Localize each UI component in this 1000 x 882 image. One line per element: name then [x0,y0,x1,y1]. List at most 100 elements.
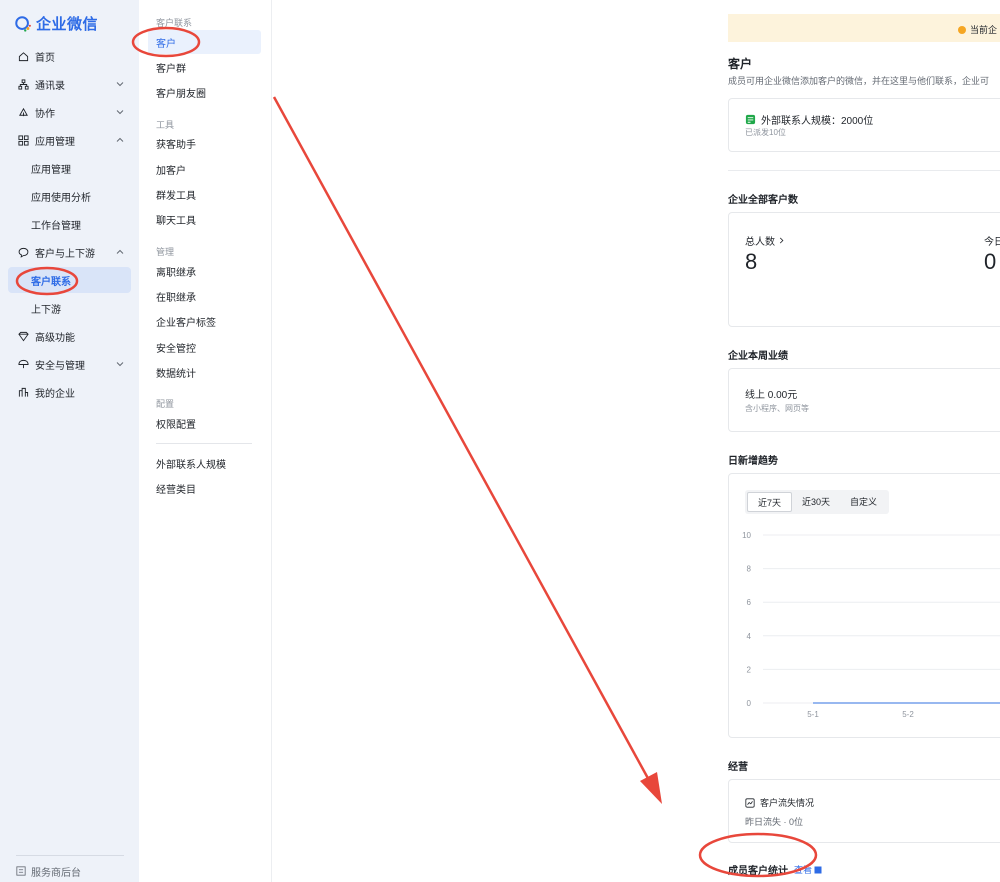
total-value: 8 [745,249,758,274]
nav-collab[interactable]: 协作 [8,99,131,125]
diamond-icon [16,329,30,343]
y-tick-label: 4 [747,632,752,641]
nav-contacts[interactable]: 通讯录 [8,71,131,97]
menu-item-active-inherit[interactable]: 在职继承 [148,284,261,308]
nav-apps-analytics[interactable]: 应用使用分析 [8,183,131,209]
nav-myorg[interactable]: 我的企业 [8,379,131,405]
chat-bubble-icon [16,245,30,259]
menu-item-chat-tools[interactable]: 聊天工具 [148,207,261,231]
nav-upstream[interactable]: 上下游 [8,295,131,321]
nav-provider-console[interactable]: 服务商后台 [8,862,81,880]
nav-footer-label: 服务商后台 [31,867,81,879]
x-tick-label: 5-2 [902,710,914,719]
chevron-up-icon [116,137,124,142]
weekly-performance-heading: 企业本周业绩 [728,351,788,362]
nav-home[interactable]: 首页 [8,43,131,69]
page-description: 成员可用企业微信添加客户的微信，并在这里与他们联系，企业可 [728,76,990,86]
menu-item-security-control[interactable]: 安全管控 [148,335,261,359]
chevron-down-icon [116,110,124,115]
menu-group-contact: 客户联系 [156,18,193,28]
menu-item-customers[interactable]: 客户 [148,30,261,54]
daily-trend-card: 近7天 近30天 自定义 10864205-15-25 [728,473,1000,738]
org-tree-icon [16,77,30,91]
apps-grid-icon [16,133,30,147]
menu-item-moments[interactable]: 客户朋友圈 [148,80,261,104]
y-tick-label: 6 [747,598,752,607]
wecom-logo-icon [15,15,31,32]
menu-item-business-category[interactable]: 经营类目 [148,476,261,500]
menu-item-data-stats[interactable]: 数据统计 [148,360,261,384]
churn-title: 客户流失情况 [760,798,815,808]
menu-group-manage: 管理 [156,247,175,257]
nav-security[interactable]: 安全与管理 [8,351,131,377]
chevron-down-icon [116,82,124,87]
menu-item-add-customer[interactable]: 加客户 [148,157,261,181]
menu-item-customer-groups[interactable]: 客户群 [148,55,261,79]
trend-chart-svg: 10864205-15-25 [742,531,1000,719]
umbrella-icon [16,357,30,371]
member-stats-link-label: 查看 [794,865,813,875]
nav-apps-manage[interactable]: 应用管理 [8,155,131,181]
nav-divider [16,855,124,856]
submenu: 客户联系 客户 客户群 客户朋友圈 工具 获客助手 加客户 群发工具 聊天工具 … [139,0,272,882]
today-label: 今日 [984,237,1000,248]
brand[interactable]: 企业微信 [14,13,98,34]
left-nav: 企业微信 首页 通讯录 协作 应用管理 应用管理 应用使用分析 工作台管理 客户… [0,0,139,882]
nav-security-label: 安全与管理 [35,360,85,372]
customer-churn-card[interactable]: 客户流失情况 昨日流失 · 0位 [728,779,1000,843]
table-icon [814,866,822,873]
nav-customer-contact[interactable]: 客户联系 [8,267,131,293]
total-customers-card: 总人数 8 今日 0 [728,212,1000,327]
home-icon [16,49,30,63]
section-divider [728,170,1000,171]
y-tick-label: 10 [742,531,751,540]
menu-item-permissions[interactable]: 权限配置 [148,411,261,435]
churn-chart-icon [745,797,755,808]
member-stats-link[interactable]: 查看 [794,863,822,876]
online-subtitle: 含小程序、网页等 [745,404,809,413]
contacts-scale-icon [745,114,756,125]
nav-customers-label: 客户与上下游 [35,248,95,260]
menu-item-broadcast[interactable]: 群发工具 [148,182,261,206]
menu-group-tools: 工具 [156,120,175,130]
nav-advanced-label: 高级功能 [35,332,75,344]
nav-workbench[interactable]: 工作台管理 [8,211,131,237]
daily-trend-heading: 日新增趋势 [728,456,778,467]
menu-group-config: 配置 [156,399,175,409]
collab-icon [16,105,30,119]
menu-item-resigned-inherit[interactable]: 离职继承 [148,259,261,283]
chevron-right-icon [779,237,784,244]
y-tick-label: 0 [747,699,752,708]
weekly-performance-card: 线上 0.00元 含小程序、网页等 [728,368,1000,432]
notice-text: 当前企 [970,25,998,35]
chevron-up-icon [116,249,124,254]
nav-apps-label: 应用管理 [35,136,75,148]
nav-customers[interactable]: 客户与上下游 [8,239,131,265]
scale-subtitle: 已派发10位 [745,128,786,137]
nav-contacts-label: 通讯录 [35,80,65,92]
churn-subtitle: 昨日流失 · 0位 [745,817,804,827]
y-tick-label: 8 [747,565,752,574]
today-value: 0 [984,249,997,274]
main-content: 当前企 客户 成员可用企业微信添加客户的微信，并在这里与他们联系，企业可 外部联… [272,0,1000,882]
nav-advanced[interactable]: 高级功能 [8,323,131,349]
x-tick-label: 5-1 [807,710,819,719]
nav-apps[interactable]: 应用管理 [8,127,131,153]
contact-scale-card[interactable]: 外部联系人规模：2000位 已派发10位 [728,98,1000,152]
online-amount: 线上 0.00元 [745,390,798,401]
y-tick-label: 2 [747,665,752,674]
business-heading: 经营 [728,762,748,773]
nav-myorg-label: 我的企业 [35,388,75,400]
menu-item-contact-scale[interactable]: 外部联系人规模 [148,451,261,475]
menu-item-acquisition[interactable]: 获客助手 [148,131,261,155]
total-customers-heading: 企业全部客户数 [728,195,798,206]
nav-home-label: 首页 [35,52,55,64]
building-icon [16,385,30,399]
trend-chart: 10864205-15-25 [729,474,1000,739]
menu-item-customer-tags[interactable]: 企业客户标签 [148,309,261,333]
notice-banner: 当前企 [728,14,1000,42]
total-count-link[interactable]: 总人数 [745,233,785,248]
warning-icon [958,25,966,34]
member-stats-title: 成员客户统计 [728,866,788,877]
menu-divider [156,443,252,444]
